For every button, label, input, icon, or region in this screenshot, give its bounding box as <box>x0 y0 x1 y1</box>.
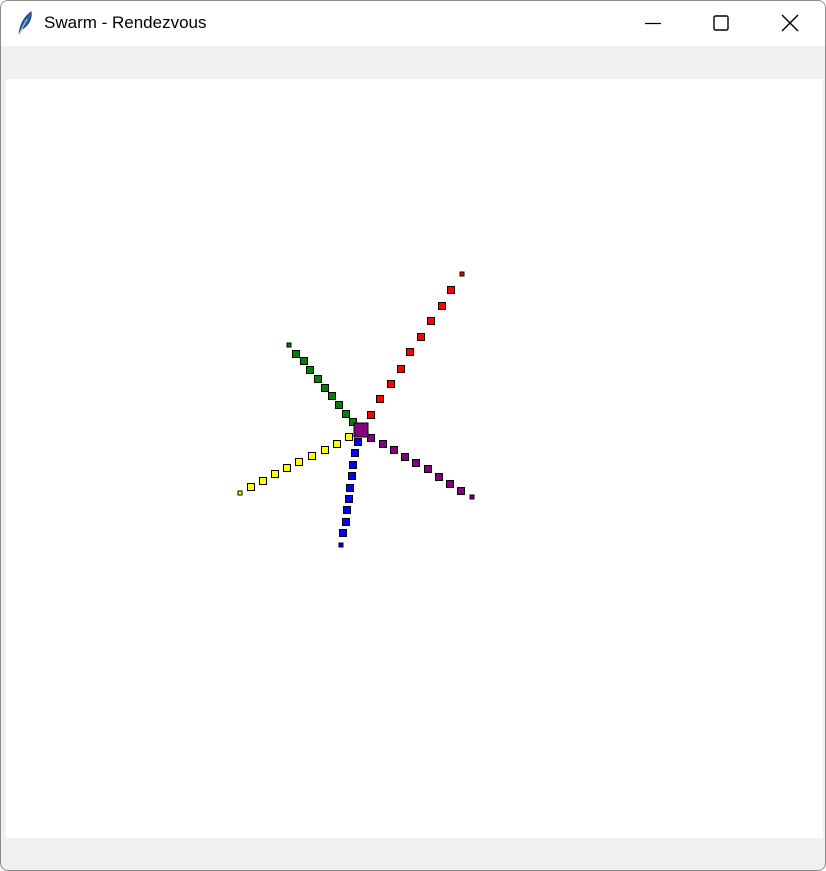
agent-red-9 <box>367 411 375 419</box>
agent-red-1 <box>447 286 455 294</box>
agent-purple-7 <box>390 446 398 454</box>
agent-green-6 <box>328 392 336 400</box>
bottom-strip <box>4 838 822 870</box>
swarm-canvas <box>6 79 823 838</box>
agent-blue-6 <box>348 472 356 480</box>
agent-blue-1 <box>339 529 347 537</box>
agent-purple-0 <box>469 494 475 500</box>
agent-green-7 <box>335 401 343 409</box>
agent-blue-5 <box>346 484 354 492</box>
agent-green-5 <box>321 384 329 392</box>
agent-green-8 <box>342 410 350 418</box>
agent-blue-0 <box>338 542 344 548</box>
title-bar[interactable]: Swarm - Rendezvous <box>1 1 825 46</box>
agent-green-2 <box>300 357 308 365</box>
app-window: Swarm - Rendezvous <box>0 0 826 871</box>
agent-green-0 <box>286 342 292 348</box>
agent-purple-9 <box>367 434 375 442</box>
minimize-icon <box>645 22 661 25</box>
agent-blue-7 <box>349 461 357 469</box>
agent-blue-2 <box>342 518 350 526</box>
agent-purple-5 <box>412 459 420 467</box>
minimize-button[interactable] <box>619 1 689 46</box>
agent-yellow-1 <box>247 483 255 491</box>
agent-red-5 <box>406 348 414 356</box>
agent-blue-4 <box>345 495 353 503</box>
agent-yellow-3 <box>271 470 279 478</box>
agent-purple-8 <box>379 440 387 448</box>
maximize-icon <box>713 15 729 31</box>
agent-purple-6 <box>401 453 409 461</box>
agent-yellow-4 <box>283 464 291 472</box>
agent-yellow-6 <box>308 452 316 460</box>
feather-icon <box>15 10 35 36</box>
agent-yellow-7 <box>321 446 329 454</box>
agent-blue-3 <box>343 506 351 514</box>
close-icon <box>781 14 799 32</box>
close-button[interactable] <box>756 1 825 46</box>
agent-red-0 <box>459 271 465 277</box>
agent-purple-2 <box>446 480 454 488</box>
maximize-button[interactable] <box>687 1 757 46</box>
agent-green-1 <box>292 350 300 358</box>
agent-red-7 <box>387 380 395 388</box>
agent-purple-4 <box>424 465 432 473</box>
swarm-drawing <box>237 271 475 548</box>
rendezvous-center-agent <box>353 422 369 438</box>
agent-yellow-5 <box>295 458 303 466</box>
agent-blue-9 <box>354 438 362 446</box>
agent-purple-1 <box>457 487 465 495</box>
agent-red-3 <box>427 317 435 325</box>
agent-green-3 <box>306 366 314 374</box>
agent-red-2 <box>438 302 446 310</box>
agent-yellow-8 <box>333 440 341 448</box>
agent-blue-8 <box>351 449 359 457</box>
agent-yellow-2 <box>259 477 267 485</box>
window-title: Swarm - Rendezvous <box>44 13 207 32</box>
agent-green-4 <box>314 375 322 383</box>
agent-purple-3 <box>435 473 443 481</box>
agent-yellow-9 <box>345 433 353 441</box>
agent-red-8 <box>376 395 384 403</box>
agent-red-6 <box>397 365 405 373</box>
agent-red-4 <box>417 333 425 341</box>
top-strip <box>4 46 822 79</box>
agent-yellow-0 <box>237 490 243 496</box>
